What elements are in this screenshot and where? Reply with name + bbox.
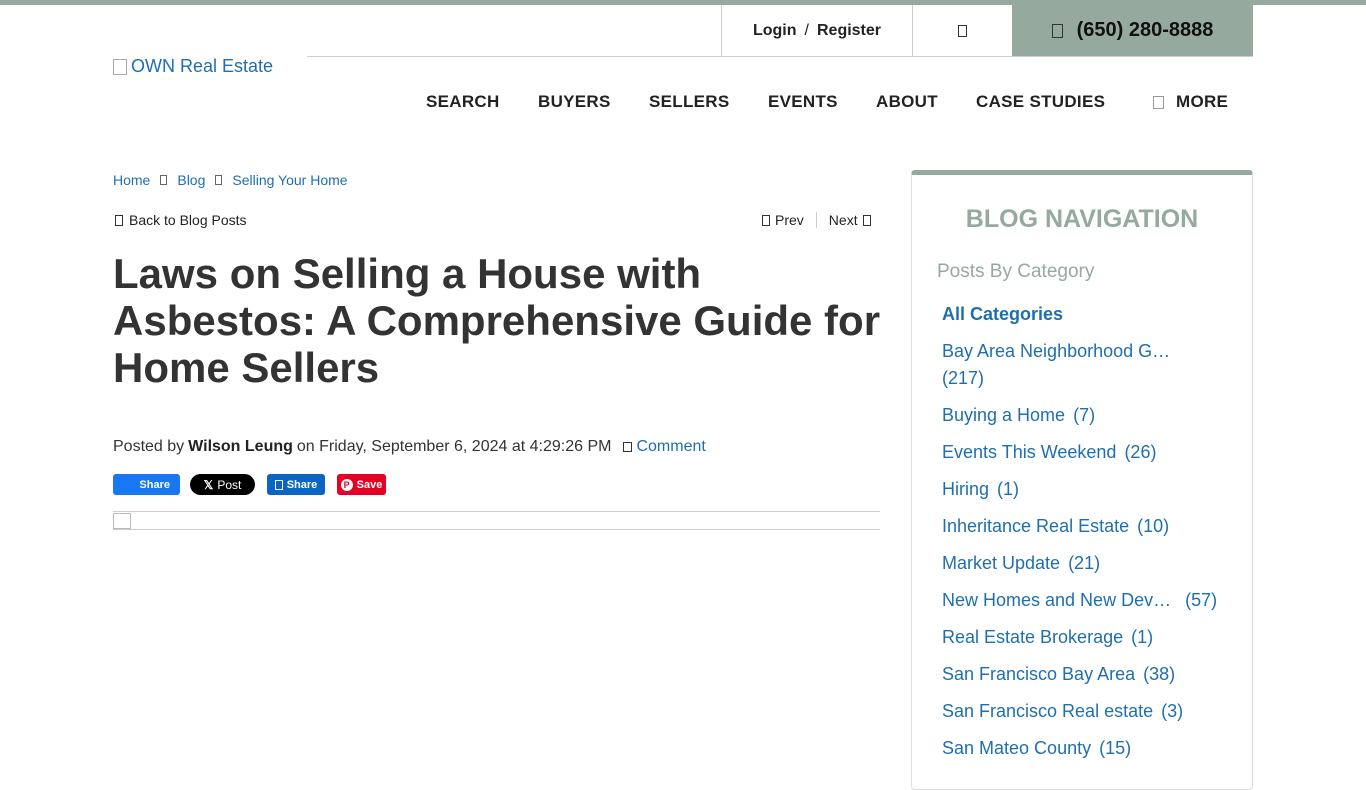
prev-label: Prev [775,212,804,228]
logo-alt-text: OWN Real Estate [131,56,274,76]
x-logo-icon: 𝕏 [203,477,214,492]
nav-buyers[interactable]: BUYERS [538,92,611,112]
category-name: Buying a Home [942,405,1066,425]
pinterest-icon: P [340,478,353,491]
nav-events[interactable]: EVENTS [768,92,838,112]
category-count: (38) [1143,664,1176,684]
category-item[interactable]: San Mateo County (15) [942,735,1131,762]
phone-button[interactable]: (650) 280-8888 [1012,5,1253,56]
next-post-link[interactable]: Next [817,212,871,228]
breadcrumb: Home Blog Selling Your Home [113,172,348,188]
category-item[interactable]: Hiring (1) [942,476,1019,503]
back-to-blog-label: Back to Blog Posts [129,212,247,228]
nav-more[interactable]: MORE [1153,92,1228,112]
category-item[interactable]: Inheritance Real Estate (10) [942,513,1169,540]
comment-icon [623,442,633,452]
category-count: (217) [942,368,985,388]
linkedin-share-label: Share [286,478,318,491]
category-name: Inheritance Real Estate [942,516,1130,536]
broken-image-icon [113,58,127,75]
phone-number: (650) 280-8888 [1076,19,1214,41]
category-name: Real Estate Brokerage [942,627,1124,647]
nav-search[interactable]: SEARCH [426,92,500,112]
breadcrumb-blog[interactable]: Blog [177,172,205,188]
chevron-left-icon [762,214,770,226]
main-nav: SEARCH BUYERS SELLERS EVENTS ABOUT CASE … [0,92,1366,114]
category-item[interactable]: Market Update (21) [942,550,1100,577]
category-count: (21) [1068,553,1101,573]
breadcrumb-home[interactable]: Home [113,172,150,188]
post-meta: Posted by Wilson Leung on Friday, Septem… [113,438,706,456]
category-all[interactable]: All Categories [942,301,1063,328]
login-separator: / [804,21,809,39]
login-register: Login / Register [721,5,913,56]
linkedin-share-button[interactable]: Share [267,474,325,495]
pinterest-save-button[interactable]: P Save [337,474,386,495]
posted-by-label: Posted by [113,438,185,455]
category-count: (15) [1099,738,1132,758]
category-name: Bay Area Neighborhood G… [942,341,1171,361]
category-name: San Mateo County [942,738,1092,758]
menu-icon [1153,96,1164,110]
post-pagination: Prev Next [762,207,871,233]
nav-case-studies[interactable]: CASE STUDIES [976,92,1105,112]
category-name: Market Update [942,553,1061,573]
category-name: Events This Weekend [942,442,1117,462]
category-name: New Homes and New Dev… [942,590,1172,610]
arrow-left-icon [115,214,123,226]
x-post-button[interactable]: 𝕏 Post [190,474,255,495]
nav-sellers[interactable]: SELLERS [649,92,730,112]
sidebar-title: BLOG NAVIGATION [965,205,1199,233]
chevron-right-icon [215,175,223,185]
x-post-label: Post [217,477,242,492]
back-to-blog-link[interactable]: Back to Blog Posts [115,212,247,228]
author-name: Wilson Leung [188,438,293,455]
login-link[interactable]: Login [753,22,797,40]
category-count: (1) [1131,627,1154,647]
chevron-right-icon [160,175,168,185]
category-count: (57) [1185,590,1218,610]
post-title: Laws on Selling a House with Asbestos: A… [113,250,881,391]
category-item[interactable]: New Homes and New Dev… (57) [942,587,1217,614]
category-count: (7) [1073,405,1096,425]
blog-navigation-sidebar: BLOG NAVIGATION Posts By Category All Ca… [911,170,1253,790]
broken-image-icon [113,513,131,529]
category-count: (3) [1161,701,1184,721]
category-item[interactable]: Real Estate Brokerage (1) [942,624,1153,651]
post-date: on Friday, September 6, 2024 at 4:29:26 … [296,438,612,455]
category-name: San Francisco Bay Area [942,664,1136,684]
logo-link[interactable]: OWN Real Estate [113,56,273,77]
chevron-right-icon [862,214,871,226]
nav-more-label: MORE [1176,92,1229,111]
category-count: (26) [1124,442,1157,462]
next-label: Next [828,212,858,228]
register-link[interactable]: Register [817,22,881,40]
favorites-button[interactable] [913,5,1012,56]
pinterest-save-label: Save [356,478,383,491]
nav-about[interactable]: ABOUT [876,92,938,112]
category-name: Hiring [942,479,990,499]
category-item[interactable]: San Francisco Real estate (3) [942,698,1183,725]
category-count: (10) [1137,516,1170,536]
heart-icon [958,24,967,37]
category-item[interactable]: Events This Weekend (26) [942,439,1156,466]
facebook-share-label: Share [139,478,170,491]
hero-image [113,511,880,530]
comment-link[interactable]: Comment [636,438,705,456]
breadcrumb-selling-your-home[interactable]: Selling Your Home [232,172,347,188]
prev-post-link[interactable]: Prev [762,212,817,228]
category-item[interactable]: Buying a Home (7) [942,402,1095,429]
category-name: San Francisco Real estate [942,701,1154,721]
category-item[interactable]: Bay Area Neighborhood G… (217) [942,338,1170,392]
phone-icon [1051,23,1063,38]
category-item[interactable]: San Francisco Bay Area (38) [942,661,1175,688]
category-count: (1) [997,479,1020,499]
facebook-share-button[interactable]: Share [113,474,180,495]
sidebar-subtitle: Posts By Category [937,261,1095,282]
linkedin-icon [274,479,283,490]
